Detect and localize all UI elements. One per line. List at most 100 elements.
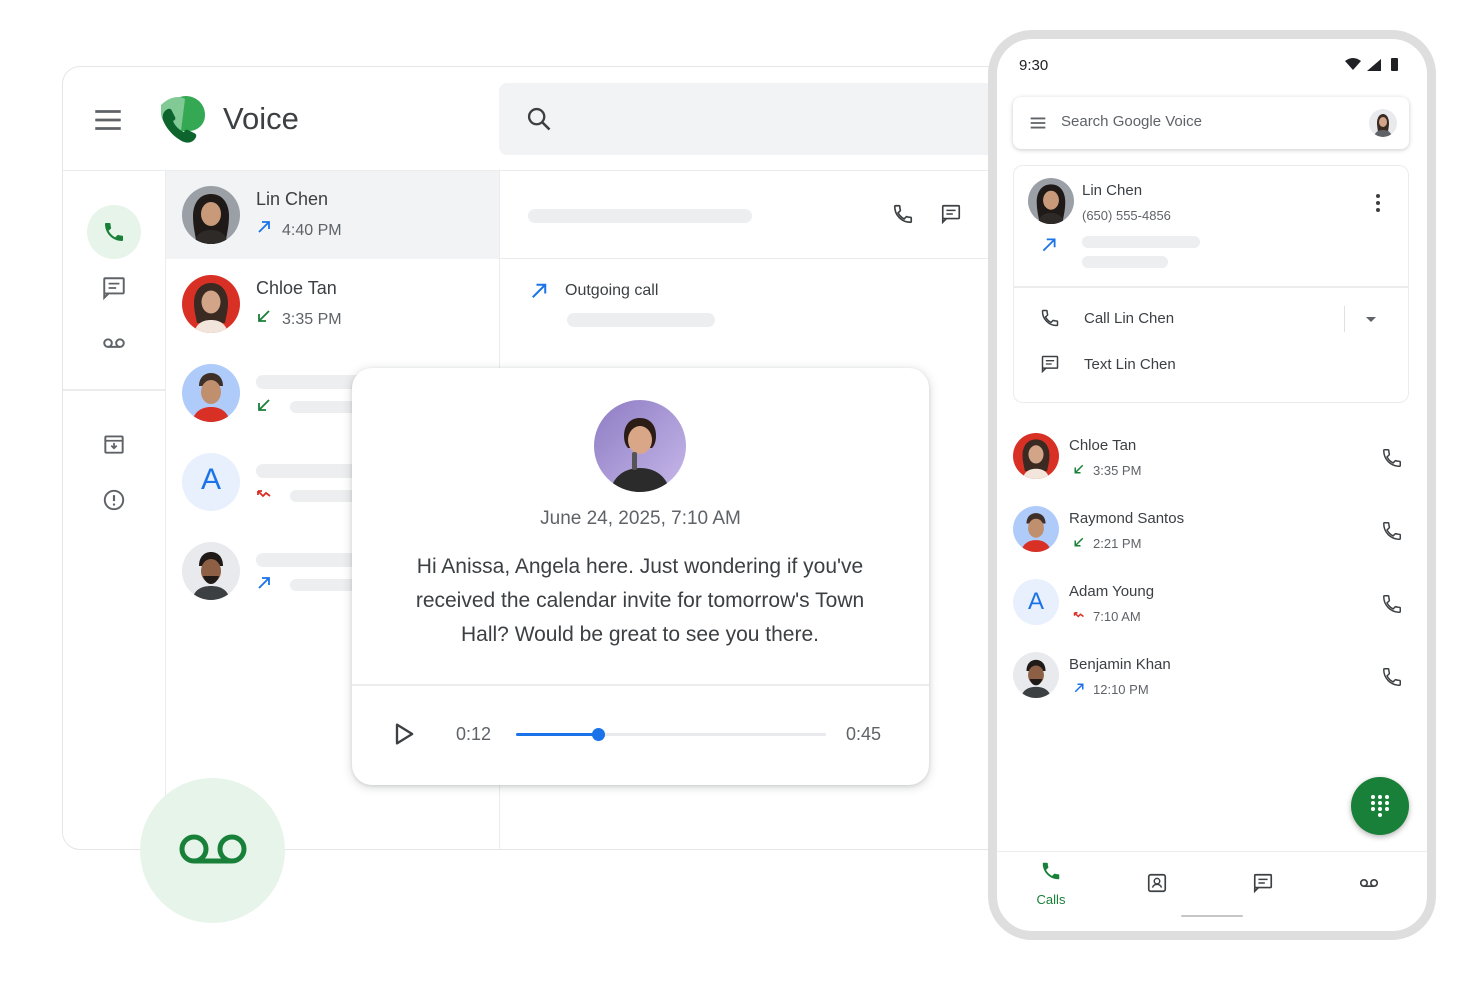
call-meta: 7:10 AM bbox=[1073, 609, 1141, 624]
call-meta: 3:35 PM bbox=[1073, 463, 1141, 478]
avatar bbox=[1013, 433, 1059, 479]
avatar: A bbox=[182, 453, 240, 511]
avatar bbox=[182, 542, 240, 600]
text-action-label: Text Lin Chen bbox=[1084, 356, 1176, 373]
rail-calls-button[interactable] bbox=[87, 205, 141, 259]
voicemail-icon bbox=[179, 834, 247, 864]
avatar bbox=[1028, 178, 1074, 224]
card-divider bbox=[1014, 286, 1408, 288]
playback-progress bbox=[516, 733, 599, 736]
call-button-icon[interactable] bbox=[1381, 593, 1405, 617]
voicemail-avatar bbox=[594, 400, 686, 492]
placeholder-bar bbox=[256, 375, 366, 389]
incoming-arrow-icon bbox=[256, 397, 274, 418]
phone-call-row-chloe-tan[interactable]: Chloe Tan 3:35 PM bbox=[997, 427, 1427, 487]
call-time: 2:21 PM bbox=[1093, 536, 1142, 551]
call-button-icon[interactable] bbox=[1381, 666, 1405, 690]
placeholder-bar bbox=[528, 209, 752, 223]
contacts-icon bbox=[1147, 873, 1167, 893]
call-time: 7:10 AM bbox=[1093, 609, 1141, 624]
call-meta: 4:40 PM bbox=[256, 219, 342, 240]
archive-icon[interactable] bbox=[101, 431, 127, 457]
voicemail-date: June 24, 2025, 7:10 AM bbox=[540, 508, 741, 529]
voicemail-icon bbox=[1359, 878, 1379, 888]
placeholder-bar bbox=[567, 313, 715, 327]
home-indicator bbox=[1181, 915, 1243, 917]
contact-card: Lin Chen (650) 555-4856 Call Lin Chen Te… bbox=[1013, 165, 1409, 403]
text-contact-action[interactable]: Text Lin Chen bbox=[1014, 342, 1408, 388]
dropdown-arrow-icon[interactable] bbox=[1364, 312, 1380, 324]
call-meta: 12:10 PM bbox=[1073, 682, 1149, 697]
avatar-initial: A bbox=[1027, 588, 1044, 615]
spam-icon[interactable] bbox=[101, 487, 127, 513]
call-meta bbox=[256, 575, 282, 596]
phone-search-bar[interactable]: Search Google Voice bbox=[1013, 97, 1409, 149]
outgoing-arrow-icon bbox=[256, 219, 274, 240]
call-row-lin-chen[interactable]: Lin Chen 4:40 PM bbox=[166, 171, 499, 259]
more-vert-icon[interactable] bbox=[1368, 192, 1388, 214]
messages-icon[interactable] bbox=[101, 275, 127, 301]
playback-current-time: 0:12 bbox=[456, 724, 492, 744]
menu-icon[interactable] bbox=[91, 103, 125, 137]
incoming-arrow-icon bbox=[1073, 463, 1087, 478]
placeholder-bar bbox=[1082, 256, 1168, 268]
voicemail-transcript: Hi Anissa, Angela here. Just wondering i… bbox=[415, 555, 865, 646]
contact-name: Lin Chen bbox=[256, 189, 329, 209]
phone-call-row-raymond-santos[interactable]: Raymond Santos 2:21 PM bbox=[997, 500, 1427, 560]
contact-name: Chloe Tan bbox=[256, 278, 337, 298]
playback-slider[interactable] bbox=[516, 728, 826, 741]
search-bar[interactable] bbox=[499, 83, 1061, 155]
playback-handle[interactable] bbox=[592, 728, 606, 741]
message-icon[interactable] bbox=[940, 203, 964, 227]
avatar bbox=[182, 364, 240, 422]
detail-header bbox=[500, 171, 1061, 259]
call-button-icon[interactable] bbox=[1381, 520, 1405, 544]
contact-name: Chloe Tan bbox=[1069, 437, 1137, 454]
app-title: Voice bbox=[223, 101, 299, 136]
action-divider bbox=[1344, 306, 1345, 332]
messages-icon bbox=[1253, 873, 1273, 894]
placeholder-bar bbox=[256, 464, 366, 478]
dialpad-button[interactable] bbox=[1351, 777, 1409, 835]
search-icon[interactable] bbox=[525, 105, 553, 133]
incoming-arrow-icon bbox=[256, 308, 274, 329]
call-time: 4:40 PM bbox=[282, 222, 342, 239]
nav-calls[interactable]: Calls bbox=[1011, 860, 1091, 916]
nav-messages[interactable] bbox=[1223, 860, 1303, 916]
call-contact-action[interactable]: Call Lin Chen bbox=[1014, 296, 1408, 342]
placeholder-bar bbox=[256, 553, 366, 567]
call-time: 12:10 PM bbox=[1093, 682, 1149, 697]
phone-icon bbox=[1040, 308, 1062, 330]
call-meta: 2:21 PM bbox=[1073, 536, 1141, 551]
missed-call-icon bbox=[256, 486, 274, 507]
outgoing-arrow-icon bbox=[1073, 682, 1087, 697]
call-time: 3:35 PM bbox=[282, 311, 342, 328]
placeholder-bar bbox=[1082, 236, 1200, 248]
account-avatar[interactable] bbox=[1369, 109, 1397, 137]
phone-call-row-benjamin-khan[interactable]: Benjamin Khan 12:10 PM bbox=[997, 646, 1427, 706]
nav-voicemail[interactable] bbox=[1329, 860, 1409, 916]
outgoing-arrow-icon bbox=[1040, 236, 1060, 256]
avatar bbox=[182, 275, 240, 333]
phone-icon bbox=[105, 223, 123, 241]
missed-call-icon bbox=[1073, 609, 1087, 624]
phone-call-row-adam-young[interactable]: A Adam Young 7:10 AM bbox=[997, 573, 1427, 633]
phone-icon bbox=[1042, 862, 1060, 880]
voicemail-card: June 24, 2025, 7:10 AM Hi Anissa, Angela… bbox=[352, 368, 929, 785]
avatar bbox=[1013, 506, 1059, 552]
card-divider bbox=[352, 684, 929, 686]
call-time: 3:35 PM bbox=[1093, 463, 1142, 478]
play-icon[interactable] bbox=[390, 720, 418, 748]
top-bar: Voice bbox=[63, 67, 1061, 171]
avatar bbox=[1013, 652, 1059, 698]
contact-name: Raymond Santos bbox=[1069, 510, 1185, 527]
avatar bbox=[182, 186, 240, 244]
phone-icon[interactable] bbox=[892, 203, 916, 227]
voicemail-icon[interactable] bbox=[101, 329, 127, 355]
nav-contacts[interactable] bbox=[1117, 860, 1197, 916]
call-row-chloe-tan[interactable]: Chloe Tan 3:35 PM bbox=[166, 260, 499, 348]
menu-icon[interactable] bbox=[1027, 112, 1049, 134]
outgoing-arrow-icon bbox=[256, 575, 274, 596]
call-button-icon[interactable] bbox=[1381, 447, 1405, 471]
message-icon bbox=[1040, 354, 1062, 376]
